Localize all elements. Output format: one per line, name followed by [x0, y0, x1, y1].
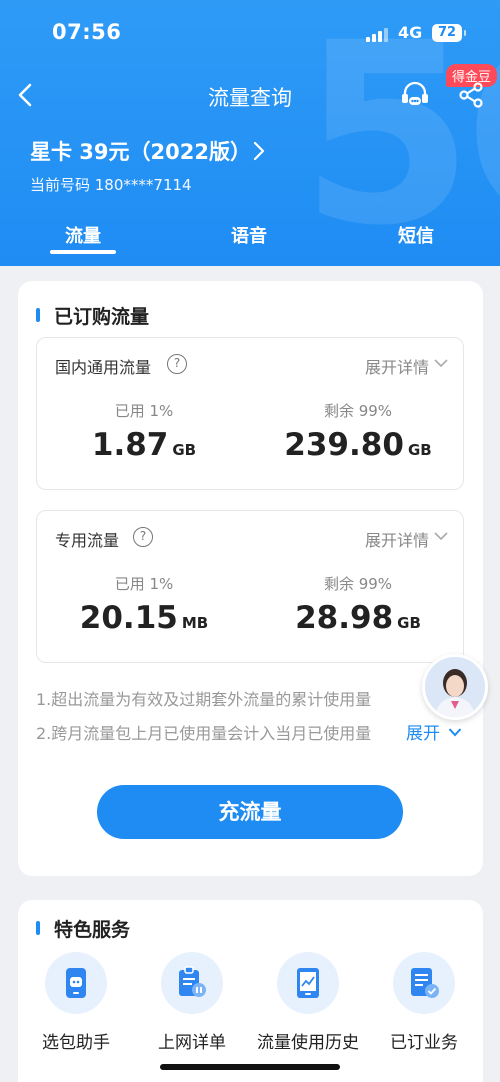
service-label: 已订业务	[390, 1033, 458, 1053]
remaining-label: 剩余 99%	[323, 575, 393, 593]
assistant-avatar[interactable]	[422, 654, 488, 720]
chevron-down-icon[interactable]	[448, 727, 462, 737]
used-value: 1.87	[91, 427, 169, 463]
expand-details-link[interactable]: 展开详情	[365, 527, 429, 551]
dedicated-data-box: 专用流量 ? 展开详情 已用 1% 20.15 MB 剩余 99% 28.98 GB	[36, 510, 464, 663]
help-icon[interactable]: ?	[133, 527, 153, 547]
subscribed-data-card: 已订购流量 国内通用流量 ? 展开详情 已用 1% 1.87 GB 剩余 99% …	[18, 281, 483, 876]
usage-note-2: 2.跨月流量包上月已使用量会计入当月已使用量	[36, 724, 372, 743]
usage-history-icon	[297, 968, 319, 998]
section-accent	[36, 308, 40, 322]
service-package-assistant[interactable]: 选包助手	[18, 952, 134, 1053]
used-label: 已用 1%	[114, 575, 174, 593]
service-usage-history[interactable]: 流量使用历史	[250, 952, 366, 1053]
used-unit: GB	[172, 441, 197, 459]
plan-name[interactable]: 星卡 39元（2022版）	[30, 136, 251, 166]
battery-icon: 72	[432, 24, 466, 42]
service-usage-detail[interactable]: 上网详单	[134, 952, 250, 1053]
dedicated-data-title: 专用流量	[55, 531, 120, 550]
service-label: 流量使用历史	[257, 1033, 359, 1053]
domestic-data-box: 国内通用流量 ? 展开详情 已用 1% 1.87 GB 剩余 99% 239.80…	[36, 337, 464, 490]
tab-voice[interactable]: 语音	[199, 222, 299, 248]
expand-details-link[interactable]: 展开详情	[365, 354, 429, 378]
tab-data[interactable]: 流量	[33, 222, 133, 248]
usage-detail-icon	[179, 966, 206, 997]
remaining-column: 剩余 99% 239.80 GB	[251, 400, 465, 463]
chevron-right-icon[interactable]	[250, 140, 268, 162]
featured-services-card: 特色服务 选包助手 上网详单 流量使用历史 已订业务	[18, 900, 483, 1082]
home-indicator[interactable]	[160, 1064, 340, 1070]
usage-note-1: 1.超出流量为有效及过期套外流量的累计使用量	[36, 690, 372, 709]
section-title: 特色服务	[54, 919, 131, 941]
nav-bar: 流量查询 得金豆	[0, 64, 500, 120]
expand-notes-link[interactable]: 展开	[404, 719, 440, 744]
service-label: 选包助手	[42, 1033, 110, 1053]
share-icon[interactable]	[456, 80, 486, 110]
tab-sms[interactable]: 短信	[366, 222, 466, 248]
remaining-value: 28.98	[295, 600, 394, 636]
tab-bar: 流量 语音 短信	[0, 220, 500, 266]
remaining-unit: GB	[407, 441, 432, 459]
status-time: 07:56	[52, 20, 122, 44]
signal-icon	[366, 28, 388, 42]
chevron-down-icon[interactable]	[433, 530, 449, 542]
used-unit: MB	[181, 614, 209, 632]
current-phone-number: 当前号码 180****7114	[30, 176, 192, 194]
remaining-value: 239.80	[284, 427, 404, 463]
header: 5G 07:56 4G 72 流量查询 得金豆 星卡 39元（2022版）	[0, 0, 500, 266]
section-title: 已订购流量	[54, 306, 150, 328]
domestic-data-title: 国内通用流量	[55, 358, 152, 377]
used-column: 已用 1% 1.87 GB	[37, 400, 251, 463]
help-icon[interactable]: ?	[167, 354, 187, 374]
remaining-unit: GB	[397, 614, 421, 632]
section-accent	[36, 921, 40, 935]
used-value: 20.15	[79, 600, 178, 636]
chevron-down-icon[interactable]	[433, 357, 449, 369]
subscribed-services-icon	[411, 968, 439, 998]
assistant-avatar-icon	[425, 657, 485, 717]
package-assistant-icon	[66, 968, 86, 998]
used-label: 已用 1%	[114, 402, 174, 420]
recharge-data-button[interactable]: 充流量	[97, 785, 403, 839]
service-label: 上网详单	[158, 1033, 226, 1053]
remaining-column: 剩余 99% 28.98 GB	[251, 573, 465, 636]
customer-service-icon[interactable]	[398, 78, 432, 112]
service-subscribed[interactable]: 已订业务	[366, 952, 482, 1053]
network-type: 4G	[398, 23, 423, 42]
active-tab-indicator	[50, 250, 116, 254]
used-column: 已用 1% 20.15 MB	[37, 573, 251, 636]
status-bar: 07:56 4G 72	[0, 0, 500, 64]
remaining-label: 剩余 99%	[323, 402, 393, 420]
